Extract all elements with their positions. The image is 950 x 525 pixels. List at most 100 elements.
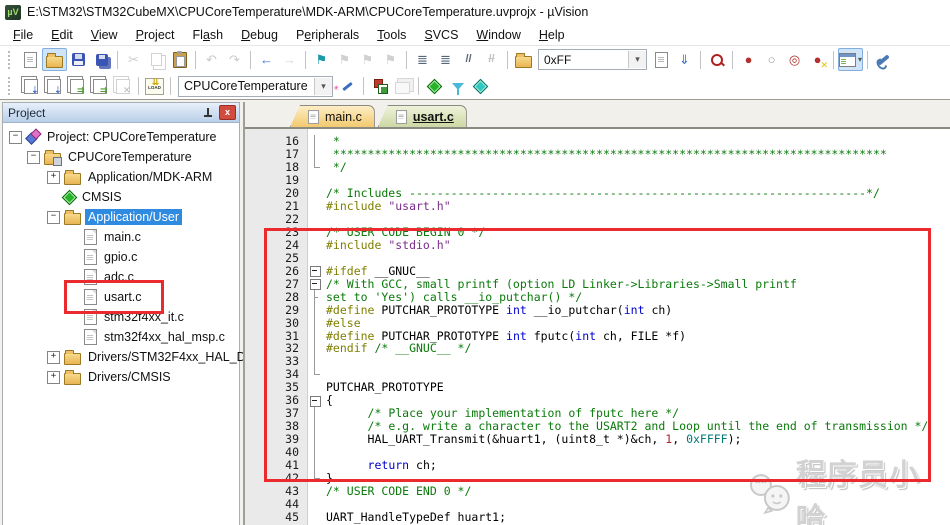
tree-item-adc-c[interactable]: adc.c bbox=[3, 267, 239, 287]
undo-button[interactable]: ↶ bbox=[200, 49, 223, 70]
menu-svcs[interactable]: SVCS bbox=[415, 26, 467, 44]
tree-item-main-c[interactable]: main.c bbox=[3, 227, 239, 247]
code-line-41[interactable]: 41 return ch; bbox=[245, 458, 950, 471]
code-line-23[interactable]: 23/* USER CODE BEGIN 0 */ bbox=[245, 226, 950, 239]
find-button[interactable] bbox=[705, 49, 728, 70]
code-line-25[interactable]: 25 bbox=[245, 251, 950, 264]
code-line-21[interactable]: 21#include "usart.h" bbox=[245, 200, 950, 213]
code-line-24[interactable]: 24#include "stdio.h" bbox=[245, 239, 950, 252]
project-window-toggle-button[interactable]: ▾ bbox=[838, 48, 863, 71]
manage-run-time-environment-button[interactable] bbox=[368, 76, 391, 97]
expand-plus-icon[interactable]: + bbox=[47, 371, 60, 384]
menu-window[interactable]: Window bbox=[467, 26, 529, 44]
configuration-wrench-button[interactable] bbox=[872, 49, 895, 70]
target-dropdown-button[interactable]: ▾ bbox=[314, 78, 332, 95]
code-line-29[interactable]: 29#define PUTCHAR_PROTOTYPE int __io_put… bbox=[245, 303, 950, 316]
new-file-button[interactable] bbox=[19, 49, 42, 70]
manage-packs-button[interactable] bbox=[469, 76, 492, 97]
clear-bookmarks-button[interactable]: ⚑ bbox=[379, 49, 402, 70]
close-panel-button[interactable]: x bbox=[219, 105, 236, 120]
download-button[interactable]: ⇊LOAD bbox=[143, 76, 166, 97]
code-line-16[interactable]: 16 * bbox=[245, 135, 950, 148]
find-text[interactable]: 0xFF bbox=[544, 53, 624, 67]
insert-bookmark-button[interactable]: ⚑ bbox=[310, 49, 333, 70]
batch-build-button[interactable]: ⇉ bbox=[88, 76, 111, 97]
pack-installer-button[interactable] bbox=[423, 76, 446, 97]
code-line-40[interactable]: 40 bbox=[245, 446, 950, 459]
find-combobox[interactable]: 0xFF ▾ bbox=[538, 49, 647, 70]
open-file-button[interactable] bbox=[42, 48, 67, 71]
navigate-back-button[interactable]: ← bbox=[255, 49, 278, 70]
code-line-32[interactable]: 32#endif /* __GNUC__ */ bbox=[245, 342, 950, 355]
code-line-42[interactable]: 42} bbox=[245, 471, 950, 484]
code-line-17[interactable]: 17 *************************************… bbox=[245, 148, 950, 161]
code-line-27[interactable]: 27/* With GCC, small printf (option LD L… bbox=[245, 277, 950, 290]
paste-button[interactable] bbox=[168, 49, 191, 70]
menu-help[interactable]: Help bbox=[530, 26, 574, 44]
save-all-button[interactable] bbox=[90, 49, 113, 70]
menu-project[interactable]: Project bbox=[127, 26, 184, 44]
expand-plus-icon[interactable]: + bbox=[47, 351, 60, 364]
incremental-find-button[interactable]: ⇓ bbox=[673, 49, 696, 70]
code-line-38[interactable]: 38 /* e.g. write a character to the USAR… bbox=[245, 420, 950, 433]
code-line-31[interactable]: 31#define PUTCHAR_PROTOTYPE int fputc(in… bbox=[245, 329, 950, 342]
menu-peripherals[interactable]: Peripherals bbox=[287, 26, 368, 44]
comment-selection-button[interactable]: // bbox=[457, 49, 480, 70]
code-line-22[interactable]: 22 bbox=[245, 213, 950, 226]
code-line-44[interactable]: 44 bbox=[245, 497, 950, 510]
code-line-36[interactable]: 36{ bbox=[245, 394, 950, 407]
pin-icon[interactable] bbox=[202, 107, 214, 119]
collapse-minus-icon[interactable]: − bbox=[47, 211, 60, 224]
collapse-minus-icon[interactable]: − bbox=[27, 151, 40, 164]
target-name[interactable]: CPUCoreTemperature bbox=[184, 79, 310, 93]
code-line-37[interactable]: 37 /* Place your implementation of fputc… bbox=[245, 407, 950, 420]
cut-button[interactable]: ✂ bbox=[122, 49, 145, 70]
menu-debug[interactable]: Debug bbox=[232, 26, 287, 44]
toolbar-grip[interactable] bbox=[8, 77, 14, 95]
code-line-19[interactable]: 19 bbox=[245, 174, 950, 187]
code-line-43[interactable]: 43/* USER CODE END 0 */ bbox=[245, 484, 950, 497]
tree-item-drivers-stm32f4xx-hal-driv[interactable]: +Drivers/STM32F4xx_HAL_Driv bbox=[3, 347, 239, 367]
target-combobox[interactable]: CPUCoreTemperature ▾ bbox=[178, 76, 333, 97]
next-bookmark-button[interactable]: ⚑ bbox=[356, 49, 379, 70]
code-area[interactable]: 16 *17 *********************************… bbox=[245, 129, 950, 525]
options-for-target-button[interactable] bbox=[336, 76, 359, 97]
copy-button[interactable] bbox=[145, 49, 168, 70]
find-in-files-button[interactable] bbox=[512, 49, 535, 70]
tree-item-gpio-c[interactable]: gpio.c bbox=[3, 247, 239, 267]
menu-tools[interactable]: Tools bbox=[368, 26, 415, 44]
tree-item-application-user[interactable]: −Application/User bbox=[3, 207, 239, 227]
tree-item-stm32f4xx-it-c[interactable]: stm32f4xx_it.c bbox=[3, 307, 239, 327]
code-line-35[interactable]: 35PUTCHAR_PROTOTYPE bbox=[245, 381, 950, 394]
menu-file[interactable]: File bbox=[4, 26, 42, 44]
tree-item-drivers-cmsis[interactable]: +Drivers/CMSIS bbox=[3, 367, 239, 387]
menu-view[interactable]: View bbox=[82, 26, 127, 44]
tab-usart-c[interactable]: usart.c bbox=[378, 105, 467, 127]
code-line-33[interactable]: 33 bbox=[245, 355, 950, 368]
code-line-30[interactable]: 30#else bbox=[245, 316, 950, 329]
tree-item-project-cpucoretemperature[interactable]: −Project: CPUCoreTemperature bbox=[3, 127, 239, 147]
previous-bookmark-button[interactable]: ⚑ bbox=[333, 49, 356, 70]
fold-collapse-icon[interactable] bbox=[307, 394, 322, 407]
code-line-28[interactable]: 28set to 'Yes') calls __io_putchar() */ bbox=[245, 290, 950, 303]
save-button[interactable] bbox=[67, 49, 90, 70]
toolbar-grip[interactable] bbox=[8, 51, 14, 69]
kill-all-breakpoints-button[interactable]: ●✕ bbox=[806, 49, 829, 70]
find-dropdown-button[interactable]: ▾ bbox=[628, 51, 646, 68]
menu-edit[interactable]: Edit bbox=[42, 26, 82, 44]
tree-item-usart-c[interactable]: usart.c bbox=[3, 287, 239, 307]
navigate-forward-button[interactable]: → bbox=[278, 49, 301, 70]
expand-plus-icon[interactable]: + bbox=[47, 171, 60, 184]
code-line-26[interactable]: 26#ifdef __GNUC__ bbox=[245, 264, 950, 277]
build-button[interactable]: ⇣ bbox=[42, 76, 65, 97]
find-in-files-results-button[interactable] bbox=[650, 49, 673, 70]
rebuild-all-button[interactable]: ⇉ bbox=[65, 76, 88, 97]
tab-main-c[interactable]: main.c bbox=[290, 105, 375, 127]
tree-item-application-mdk-arm[interactable]: +Application/MDK-ARM bbox=[3, 167, 239, 187]
fold-collapse-icon[interactable] bbox=[307, 277, 322, 290]
uncomment-selection-button[interactable]: // bbox=[480, 49, 503, 70]
menu-flash[interactable]: Flash bbox=[184, 26, 233, 44]
code-line-34[interactable]: 34 bbox=[245, 368, 950, 381]
indent-right-button[interactable]: ≣ bbox=[411, 49, 434, 70]
translate-button[interactable]: ⇣ bbox=[19, 76, 42, 97]
